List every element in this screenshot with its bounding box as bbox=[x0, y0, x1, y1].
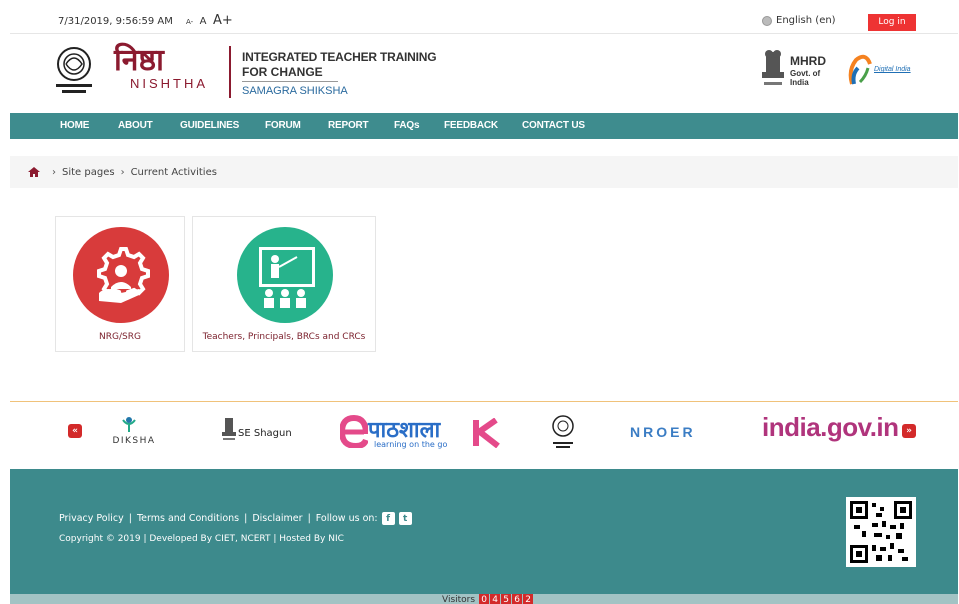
emblem-icon bbox=[762, 50, 784, 85]
font-decrease-button[interactable]: A- bbox=[186, 18, 193, 26]
tagline-line-1: INTEGRATED TEACHER TRAINING bbox=[242, 50, 437, 64]
login-button[interactable]: Log in bbox=[868, 14, 916, 31]
partner-shagun[interactable]: SE Shagun bbox=[220, 416, 300, 452]
chevron-right-icon: › bbox=[52, 166, 56, 178]
nav-item-about[interactable]: ABOUT bbox=[118, 120, 153, 131]
divider: | bbox=[307, 513, 311, 524]
footer-links: Privacy Policy | Terms and Conditions | … bbox=[59, 512, 412, 525]
carousel-next-icon[interactable]: » bbox=[902, 424, 916, 438]
epathshala-k-icon bbox=[473, 418, 500, 448]
mhrd-label: MHRD bbox=[790, 54, 826, 68]
india-gov-label: india.gov.in bbox=[762, 412, 899, 442]
ncert-icon bbox=[552, 415, 574, 448]
gear-person-icon bbox=[73, 227, 169, 323]
ncert-logo[interactable] bbox=[52, 40, 96, 98]
card-label: Teachers, Principals, BRCs and CRCs bbox=[202, 332, 366, 342]
diksha-label: DIKSHA bbox=[112, 436, 156, 446]
carousel-prev-icon[interactable]: « bbox=[68, 424, 82, 438]
nishtha-logo[interactable]: निष्ठा NISHTHA bbox=[114, 44, 232, 102]
facebook-icon[interactable]: f bbox=[381, 512, 395, 525]
home-icon[interactable] bbox=[28, 167, 40, 177]
font-normal-button[interactable]: A bbox=[200, 16, 207, 27]
brand-latin: NISHTHA bbox=[130, 76, 209, 91]
main-nav: HOME ABOUT GUIDELINES FORUM REPORT FAQs … bbox=[10, 113, 958, 139]
brand-hindi: निष्ठा bbox=[114, 43, 164, 78]
visitor-digit: 4 bbox=[490, 594, 501, 604]
digital-india-icon bbox=[848, 54, 872, 85]
visitor-digit: 5 bbox=[501, 594, 512, 604]
privacy-policy-link[interactable]: Privacy Policy bbox=[59, 513, 124, 524]
partner-ncert[interactable] bbox=[550, 412, 576, 452]
digital-india-logo[interactable]: Digital India bbox=[846, 52, 916, 92]
font-size-controls: A- A A+ bbox=[183, 13, 233, 28]
disclaimer-link[interactable]: Disclaimer bbox=[252, 513, 302, 524]
card-label: NRG/SRG bbox=[99, 332, 141, 342]
font-increase-button[interactable]: A+ bbox=[213, 13, 233, 28]
breadcrumb-current-activities: Current Activities bbox=[130, 166, 217, 178]
follow-us-label: Follow us on: bbox=[315, 513, 378, 524]
nav-item-guidelines[interactable]: GUIDELINES bbox=[180, 120, 239, 131]
visitor-digit: 0 bbox=[479, 594, 490, 604]
mhrd-logo[interactable]: MHRD Govt. of India bbox=[758, 44, 838, 96]
nroer-label: NROER bbox=[630, 424, 696, 440]
visitor-digit: 6 bbox=[512, 594, 523, 604]
copyright-text: Copyright © 2019 | Developed By CIET, NC… bbox=[59, 534, 344, 544]
breadcrumb-site-pages[interactable]: Site pages bbox=[62, 167, 115, 178]
visitor-counter: Visitors 0 4 5 6 2 bbox=[442, 594, 534, 604]
date-time: 7/31/2019, 9:56:59 AM bbox=[58, 16, 173, 27]
language-selector[interactable]: English (en) bbox=[762, 15, 836, 26]
partner-diksha[interactable]: DIKSHA bbox=[104, 414, 154, 454]
tagline-line-2: FOR CHANGE bbox=[242, 65, 323, 79]
visitor-digit: 2 bbox=[523, 594, 534, 604]
diksha-icon bbox=[122, 417, 136, 432]
visitors-label: Visitors bbox=[442, 595, 476, 604]
breadcrumb: › Site pages › Current Activities bbox=[10, 156, 958, 188]
nav-item-feedback[interactable]: FEEDBACK bbox=[444, 120, 498, 131]
tagline-rule bbox=[242, 81, 338, 82]
partner-india-gov[interactable]: india.gov.in bbox=[762, 412, 902, 450]
nav-item-forum[interactable]: FORUM bbox=[265, 120, 301, 131]
site-footer: Privacy Policy | Terms and Conditions | … bbox=[10, 469, 958, 594]
chevron-right-icon: › bbox=[120, 166, 125, 178]
digital-india-label: Digital India bbox=[874, 66, 911, 73]
nav-item-contact-us[interactable]: CONTACT US bbox=[522, 120, 585, 131]
epathshala-sublabel: learning on the go bbox=[374, 440, 448, 449]
activity-card-nrg-srg[interactable]: NRG/SRG bbox=[55, 216, 185, 352]
language-label: English (en) bbox=[776, 15, 836, 26]
top-bar: 7/31/2019, 9:56:59 AM A- A A+ English (e… bbox=[10, 10, 958, 34]
twitter-icon[interactable]: t bbox=[398, 512, 412, 525]
epathshala-e-icon bbox=[340, 414, 368, 448]
classroom-icon bbox=[237, 227, 333, 323]
activity-card-teachers[interactable]: Teachers, Principals, BRCs and CRCs bbox=[192, 216, 376, 352]
tagline-line-3: SAMAGRA SHIKSHA bbox=[242, 85, 348, 97]
header-divider bbox=[229, 46, 231, 98]
partner-nroer[interactable]: NROER bbox=[630, 416, 716, 450]
divider: | bbox=[244, 513, 248, 524]
globe-icon bbox=[762, 15, 772, 26]
emblem-icon bbox=[222, 418, 236, 440]
shagun-label: SE Shagun bbox=[238, 428, 292, 439]
site-header: निष्ठा NISHTHA INTEGRATED TEACHER TRAINI… bbox=[10, 34, 958, 113]
partner-epathshala[interactable]: पाठशाला learning on the go bbox=[340, 412, 508, 454]
partner-carousel: « DIKSHA SE Shagun पाठशाला learning on t… bbox=[10, 401, 958, 469]
qr-code-icon bbox=[846, 497, 916, 567]
nav-item-home[interactable]: HOME bbox=[60, 120, 89, 131]
nav-item-report[interactable]: REPORT bbox=[328, 120, 369, 131]
terms-link[interactable]: Terms and Conditions bbox=[137, 513, 239, 524]
divider: | bbox=[128, 513, 132, 524]
nav-item-faqs[interactable]: FAQs bbox=[394, 120, 420, 131]
mhrd-sublabel: Govt. of India bbox=[790, 69, 821, 87]
